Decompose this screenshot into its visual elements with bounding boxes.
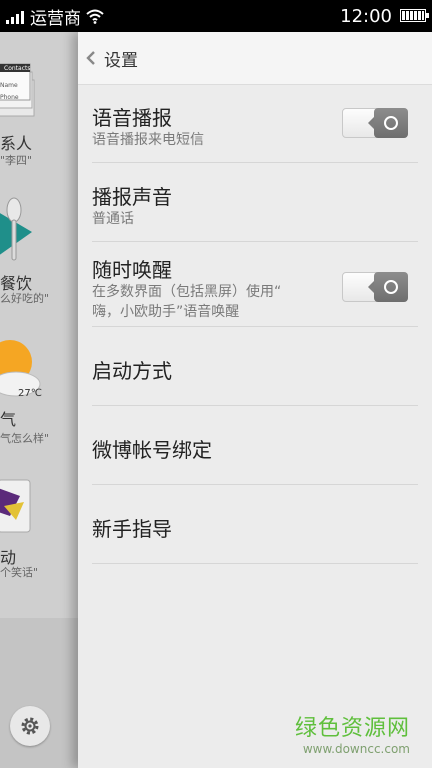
- left-item-sub: "李四": [0, 154, 33, 167]
- left-item-sub: 气怎么样": [0, 432, 50, 445]
- setting-row-voice-broadcast[interactable]: 语音播报 语音播报来电短信: [92, 84, 418, 163]
- setting-title: 启动方式: [92, 359, 172, 383]
- setting-subtitle: 普通话: [92, 211, 134, 227]
- assistant-home-panel[interactable]: Contacts Name Phone 系人 "李四" 餐饮 么好吃的" 27℃…: [0, 32, 80, 768]
- left-panel-footer: [0, 618, 80, 768]
- battery-icon: [400, 9, 429, 22]
- setting-title: 语音播报: [92, 106, 172, 130]
- weather-temp: 27℃: [18, 388, 42, 399]
- setting-subtitle-line: 嗨，小欧助手”语音唤醒: [92, 304, 240, 320]
- wake-anytime-toggle[interactable]: [342, 272, 408, 302]
- left-item-title[interactable]: 系人: [0, 130, 32, 154]
- settings-gear-button[interactable]: [10, 706, 50, 746]
- contacts-card-line: Phone: [0, 94, 19, 101]
- dining-icon: [0, 197, 32, 261]
- back-button[interactable]: [86, 48, 100, 68]
- chevron-left-icon: [86, 51, 95, 65]
- watermark: 绿色资源网 www.downcc.com: [295, 710, 410, 756]
- toggle-knob: [368, 108, 408, 138]
- contacts-card-label: Contacts: [4, 65, 31, 72]
- watermark-url: www.downcc.com: [302, 742, 410, 756]
- signal-icon: [6, 8, 24, 24]
- setting-row-launch-method[interactable]: 启动方式: [92, 327, 418, 406]
- page-title: 设置: [104, 50, 138, 71]
- gear-icon: [21, 717, 39, 735]
- settings-panel: 设置 语音播报 语音播报来电短信 播报声音 普通话 随时唤醒 在多数界面（包括黑…: [78, 32, 432, 768]
- activity-icon: [0, 479, 31, 533]
- setting-subtitle: 语音播报来电短信: [92, 132, 204, 148]
- voice-broadcast-toggle[interactable]: [342, 108, 408, 138]
- watermark-text: 绿色资源网: [294, 716, 410, 741]
- wifi-icon: [86, 9, 104, 24]
- setting-row-wake-anytime[interactable]: 随时唤醒 在多数界面（包括黑屏）使用“ 嗨，小欧助手”语音唤醒: [92, 242, 418, 327]
- toggle-knob: [368, 272, 408, 302]
- left-item-sub: 个笑话": [0, 566, 39, 579]
- setting-title: 播报声音: [92, 185, 172, 209]
- status-bar: 运营商 12:00: [0, 0, 432, 32]
- carrier-name: 运营商: [30, 8, 81, 29]
- setting-row-broadcast-voice[interactable]: 播报声音 普通话: [92, 163, 418, 242]
- setting-row-tutorial[interactable]: 新手指导: [92, 485, 418, 564]
- left-item-sub: 么好吃的": [0, 292, 50, 305]
- clock: 12:00: [340, 6, 392, 27]
- setting-title: 新手指导: [92, 517, 172, 541]
- setting-row-weibo-binding[interactable]: 微博帐号绑定: [92, 406, 418, 485]
- setting-title: 随时唤醒: [92, 258, 172, 282]
- setting-subtitle-line: 在多数界面（包括黑屏）使用“: [92, 284, 282, 300]
- settings-header: 设置: [78, 32, 432, 85]
- left-item-title[interactable]: 气: [0, 406, 16, 430]
- contacts-card-line: Name: [0, 82, 18, 89]
- setting-title: 微博帐号绑定: [92, 438, 212, 462]
